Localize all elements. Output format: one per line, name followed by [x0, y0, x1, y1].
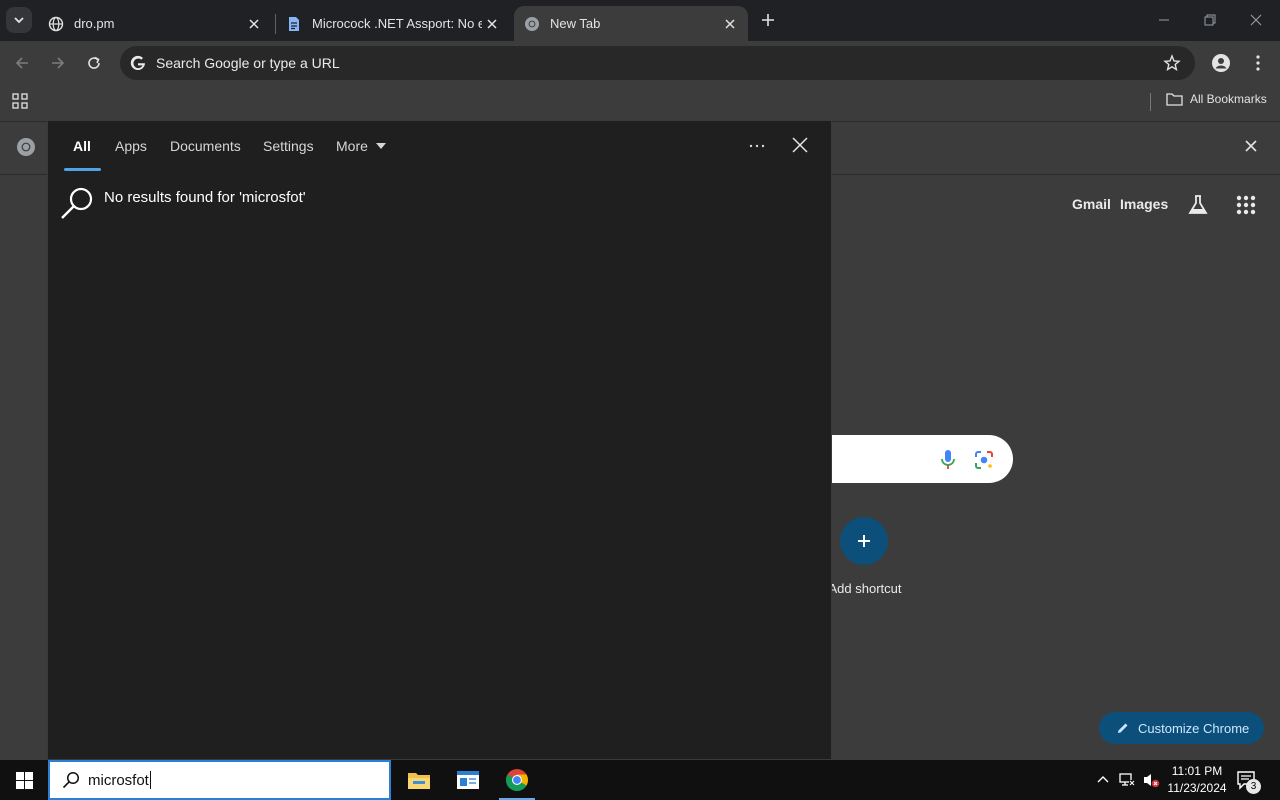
file-explorer-button[interactable] [395, 760, 443, 800]
tab-title: Microcock .NET Assport: No ea [312, 16, 482, 31]
google-g-icon [130, 55, 145, 71]
text-caret [149, 771, 151, 789]
search-icon [62, 771, 80, 789]
apps-grid-icon [12, 93, 28, 109]
images-link[interactable]: Images [1120, 196, 1168, 212]
tab-search-button[interactable] [6, 7, 32, 33]
app-window-icon [457, 771, 479, 789]
caret-down-icon [375, 143, 386, 149]
chrome-icon [506, 769, 528, 791]
customize-chrome-label: Customize Chrome [1138, 720, 1250, 736]
back-button[interactable] [10, 51, 34, 75]
add-shortcut-button[interactable] [840, 517, 888, 565]
kebab-menu-icon [1256, 55, 1260, 71]
bookmarks-bar: All Bookmarks [0, 85, 1280, 122]
close-icon[interactable] [1244, 139, 1258, 153]
tab-apps[interactable]: Apps [115, 138, 147, 154]
document-icon [289, 16, 299, 31]
labs-flask-icon[interactable] [1187, 194, 1209, 216]
tab-close-icon[interactable] [720, 14, 740, 34]
tab-all[interactable]: All [73, 138, 91, 154]
chrome-icon [17, 138, 35, 156]
more-options-icon[interactable] [748, 137, 766, 155]
clock-date: 11/23/2024 [1167, 781, 1227, 795]
taskbar-search-box[interactable]: microsfot [48, 760, 391, 800]
profile-button[interactable] [1209, 51, 1233, 75]
plus-icon [762, 14, 774, 26]
notification-count-badge: 3 [1246, 779, 1261, 794]
reload-button[interactable] [82, 51, 106, 75]
browser-toolbar: Search Google or type a URL [0, 41, 1280, 85]
tab-more[interactable]: More [336, 138, 386, 154]
app-window-button[interactable] [444, 760, 492, 800]
taskbar: microsfot 11:01 PM 11/23/2024 [0, 760, 1280, 800]
volume-muted-icon[interactable] [1142, 771, 1160, 789]
omnibox[interactable]: Search Google or type a URL [120, 46, 1195, 80]
file-explorer-icon [408, 773, 430, 789]
gmail-link[interactable]: Gmail [1072, 196, 1111, 212]
pencil-icon [1118, 723, 1128, 733]
bookmark-separator [1150, 93, 1151, 111]
active-tab-indicator [64, 168, 101, 171]
close-icon [1250, 14, 1262, 26]
tab-microcock[interactable]: Microcock .NET Assport: No ea [276, 6, 510, 41]
arrow-right-icon [52, 57, 65, 69]
chrome-icon [525, 16, 539, 31]
menu-button[interactable] [1246, 51, 1270, 75]
omnibox-placeholder: Search Google or type a URL [156, 55, 340, 71]
tab-dro-pm[interactable]: dro.pm [38, 6, 272, 41]
new-tab-button[interactable] [758, 10, 778, 30]
google-apps-icon[interactable] [1236, 195, 1256, 215]
tab-more-label: More [336, 138, 368, 154]
customize-chrome-button[interactable]: Customize Chrome [1099, 712, 1264, 744]
window-close-button[interactable] [1246, 10, 1266, 30]
minimize-button[interactable] [1154, 10, 1174, 30]
windows-logo-icon [15, 771, 33, 789]
plus-icon [858, 535, 870, 547]
reload-icon [88, 56, 100, 69]
apps-shortcut[interactable] [11, 92, 29, 110]
chrome-taskbar-button[interactable] [493, 760, 541, 800]
start-button[interactable] [0, 760, 48, 800]
no-results-message: No results found for 'microsfot' [104, 189, 306, 206]
search-icon [61, 187, 93, 219]
all-bookmarks-label: All Bookmarks [1190, 92, 1267, 106]
tab-title: dro.pm [74, 16, 115, 31]
tab-documents[interactable]: Documents [170, 138, 241, 154]
folder-icon [1166, 93, 1183, 106]
windows-search-panel: All Apps Documents Settings More No resu… [47, 120, 832, 760]
tab-close-icon[interactable] [482, 14, 502, 34]
restore-icon [1204, 14, 1216, 26]
network-icon[interactable] [1118, 771, 1136, 789]
forward-button[interactable] [46, 51, 70, 75]
restore-button[interactable] [1200, 10, 1220, 30]
clock-time: 11:01 PM [1171, 764, 1223, 778]
minimize-icon [1159, 19, 1169, 21]
system-clock[interactable]: 11:01 PM 11/23/2024 [1160, 763, 1234, 797]
close-icon[interactable] [791, 136, 809, 154]
chevron-down-icon [14, 17, 24, 24]
bookmark-star-icon[interactable] [1163, 54, 1181, 72]
globe-icon [48, 16, 64, 31]
tab-new-tab[interactable]: New Tab [514, 6, 748, 41]
lens-search-icon[interactable] [974, 450, 994, 470]
search-scope-tabs: All Apps Documents Settings More [48, 121, 831, 173]
taskbar-search-query: microsfot [88, 771, 149, 789]
tab-close-icon[interactable] [244, 14, 264, 34]
arrow-left-icon [15, 57, 28, 69]
profile-icon [1212, 54, 1230, 72]
chevron-up-icon[interactable] [1096, 771, 1110, 787]
voice-search-icon[interactable] [940, 449, 956, 471]
all-bookmarks-button[interactable]: All Bookmarks [1166, 92, 1267, 106]
tab-title: New Tab [550, 16, 601, 31]
tab-settings[interactable]: Settings [263, 138, 314, 154]
tab-strip: dro.pm Microcock .NET Assport: No ea New… [0, 0, 1280, 41]
